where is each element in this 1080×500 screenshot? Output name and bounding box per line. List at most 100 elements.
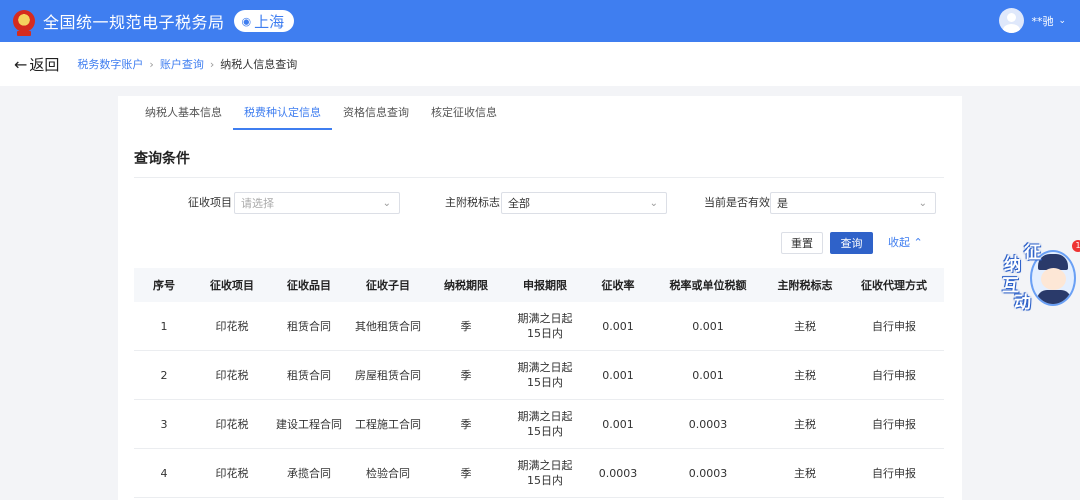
table-cell: 其他租赁合同 (355, 319, 421, 333)
collapse-label: 收起 (888, 236, 910, 249)
table-cell: 1 (160, 319, 168, 333)
table-row: 4 印花税 承揽合同 检验合同 季 期满之日起 15日内 0.0003 0.0003 主税 自行申报 (134, 449, 944, 498)
table-body: 1 印花税 租赁合同 其他租赁合同季期满之日起 15日内 0.001 0.001 主税 自行申报… (134, 302, 944, 498)
filter-label-levy-item: 征收项目 (188, 196, 232, 209)
back-label: 返回 (29, 55, 60, 74)
chevron-down-icon: ⌄ (918, 197, 927, 209)
table-cell: 期满之日起 15日内 (517, 361, 573, 389)
column-header: 征收品目 (287, 279, 331, 292)
table-row: 2 印花税 租赁合同 房屋租赁合同 季 期满之日起 15日内 0.001 0.001 主税 自行申报 (134, 351, 944, 400)
tab-assessed-collection[interactable]: 核定征收信息 (420, 96, 508, 130)
table-cell: 季 (460, 417, 472, 431)
table-cell: 2 (160, 368, 168, 382)
chevron-down-icon: ⌄ (649, 197, 658, 209)
chevron-down-icon: ⌄ (382, 197, 391, 209)
table-header: 序号 征收项目 征收品目 征收子目 纳税期限 申报期限 征收率 税率或单位税额 … (134, 268, 944, 302)
table-cell: 期满之日起 15日内 (517, 410, 573, 438)
tab-tax-type-info[interactable]: 税费种认定信息 (233, 96, 332, 130)
table-cell: 0.0003 (688, 466, 728, 480)
table-row: 3 印花税 建设工程合同 工程施工合同 季 期满之日起 15日内 0.001 0.0003 主税 自… (134, 400, 944, 449)
back-button[interactable]: ← 返回 (14, 54, 59, 75)
table-cell: 建设工程合同 (276, 417, 342, 431)
table-cell: 主税 (794, 417, 816, 431)
widget-char: 动 (1014, 293, 1031, 313)
table-cell: 承揽合同 (287, 466, 331, 480)
tab-bar: 纳税人基本信息 税费种认定信息 资格信息查询 核定征收信息 (118, 96, 508, 130)
filter-label-main-sub-tax: 主附税标志 (445, 196, 500, 209)
select-placeholder: 请选择 (241, 197, 274, 210)
table-cell: 0.001 (692, 368, 724, 382)
search-button[interactable]: 查询 (830, 232, 873, 254)
table-cell: 印花税 (215, 319, 249, 333)
table-cell: 0.001 (602, 319, 634, 333)
levy-item-select[interactable]: 请选择 ⌄ (234, 192, 400, 214)
filter-label-valid: 当前是否有效 (704, 196, 770, 209)
table-cell: 3 (160, 417, 168, 431)
table-cell: 期满之日起 15日内 (517, 459, 573, 487)
table-cell: 0.001 (602, 417, 634, 431)
column-header: 纳税期限 (444, 279, 488, 292)
table-cell: 主税 (794, 466, 816, 480)
column-header: 主附税标志 (777, 279, 833, 292)
table-cell: 印花税 (215, 368, 249, 382)
chevron-right-icon: › (149, 57, 154, 71)
table-cell: 自行申报 (872, 417, 916, 431)
table-cell: 期满之日起 15日内 (517, 312, 573, 340)
collapse-toggle[interactable]: 收起 ⌃ (888, 232, 923, 254)
valid-select[interactable]: 是 ⌄ (770, 192, 936, 214)
widget-char: 征 (1024, 243, 1041, 263)
region-label: 上海 (254, 12, 285, 31)
main-sub-tax-select[interactable]: 全部 ⌄ (501, 192, 667, 214)
breadcrumb-item[interactable]: 账户查询 (160, 56, 204, 72)
notification-badge: 1 (1072, 240, 1080, 252)
table-cell: 印花税 (215, 466, 249, 480)
user-name: **驰 (1031, 14, 1054, 28)
select-value: 是 (777, 197, 788, 210)
breadcrumb: 税务数字账户 › 账户查询 › 纳税人信息查询 (77, 56, 297, 72)
column-header: 征收子目 (366, 279, 410, 292)
arrow-left-icon: ← (14, 54, 28, 74)
column-header: 征收代理方式 (861, 279, 927, 292)
main-card: 纳税人基本信息 税费种认定信息 资格信息查询 核定征收信息 查询条件 征收项目 … (118, 96, 962, 500)
column-header: 税率或单位税额 (669, 279, 747, 292)
reset-button[interactable]: 重置 (781, 232, 823, 254)
column-header: 征收项目 (210, 279, 254, 292)
tax-emblem-logo (13, 10, 35, 36)
table-cell: 0.001 (692, 319, 724, 333)
column-header: 征收率 (601, 279, 635, 292)
table-cell: 季 (460, 319, 472, 333)
table-cell: 租赁合同 (287, 319, 331, 333)
table-cell: 季 (460, 368, 472, 382)
section-title: 查询条件 (134, 151, 190, 167)
table-cell: 印花税 (215, 417, 249, 431)
tab-qualification[interactable]: 资格信息查询 (332, 96, 420, 130)
table-cell: 主税 (794, 319, 816, 333)
table-cell: 主税 (794, 368, 816, 382)
top-bar: 全国统一规范电子税务局 ◉ 上海 **驰 ⌄ (0, 0, 1080, 42)
user-menu[interactable]: **驰 ⌄ (999, 8, 1066, 33)
table-cell: 房屋租赁合同 (355, 368, 421, 382)
table-row: 1 印花税 租赁合同 其他租赁合同 季 期满之日起 15日内 0.001 0.001 主税 自行申报 (134, 302, 944, 351)
region-selector[interactable]: ◉ 上海 (233, 10, 295, 32)
app-title: 全国统一规范电子税务局 (43, 13, 225, 32)
breadcrumb-current: 纳税人信息查询 (220, 58, 298, 71)
table-cell: 0.0003 (598, 466, 638, 480)
breadcrumb-item[interactable]: 税务数字账户 (77, 56, 143, 72)
table-cell: 季 (460, 466, 472, 480)
map-pin-icon: ◉ (241, 14, 252, 28)
chevron-up-icon: ⌃ (913, 236, 923, 249)
table-cell: 0.001 (602, 368, 634, 382)
divider (134, 177, 944, 178)
chevron-down-icon: ⌄ (1058, 15, 1066, 26)
select-value: 全部 (508, 197, 530, 210)
table-cell: 自行申报 (872, 368, 916, 382)
table-cell: 自行申报 (872, 319, 916, 333)
tab-basic-info[interactable]: 纳税人基本信息 (134, 96, 233, 130)
table-cell: 0.0003 (688, 417, 728, 431)
column-header: 申报期限 (523, 279, 567, 292)
table-cell: 检验合同 (366, 466, 410, 480)
table-cell: 工程施工合同 (355, 417, 421, 431)
interaction-widget[interactable]: 征 纳 互 动 1 (1000, 238, 1080, 313)
tax-type-table: 序号 征收项目 征收品目 征收子目 纳税期限 申报期限 征收率 税率或单位税额 … (134, 268, 944, 498)
table-cell: 自行申报 (872, 466, 916, 480)
